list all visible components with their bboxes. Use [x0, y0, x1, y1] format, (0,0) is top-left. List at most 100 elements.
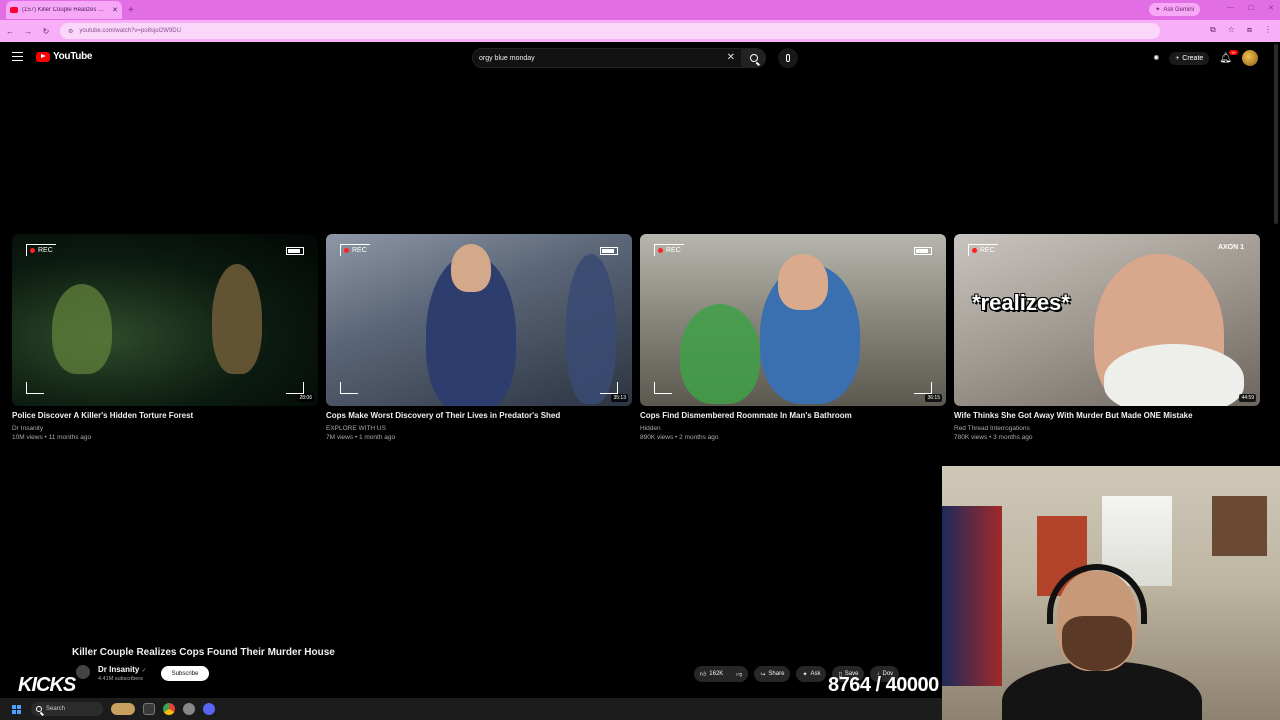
kicks-overlay: KICKS: [18, 674, 76, 696]
ask-gemini-label: Ask Gemini: [1163, 6, 1194, 13]
rec-dot-icon: [972, 248, 977, 253]
thumbs-down-icon[interactable]: 👎︎: [736, 670, 742, 678]
rec-label: REC: [666, 247, 681, 254]
video-stats: 7M views • 1 month ago: [326, 434, 396, 441]
channel-avatar[interactable]: [76, 665, 90, 679]
browser-tab[interactable]: (157) Killer Couple Realizes Cop ✕: [6, 1, 122, 19]
axon-badge: AXON 1: [1217, 244, 1244, 251]
video-duration: 44:59: [1239, 394, 1256, 402]
bookmark-star-icon[interactable]: ☆: [1228, 25, 1235, 35]
sparkle-icon: ✦: [1155, 7, 1161, 13]
back-button[interactable]: ←: [2, 27, 18, 36]
youtube-logo[interactable]: YouTube: [36, 51, 93, 62]
share-icon: ↪: [760, 671, 766, 678]
address-bar[interactable]: ⚙ youtube.com/watch?v=po8sjol2W9DU: [60, 23, 1160, 39]
current-video-info: Killer Couple Realizes Cops Found Their …: [0, 640, 942, 696]
thumbnail-figure: [212, 264, 262, 374]
video-title[interactable]: Cops Find Dismembered Roommate In Man's …: [640, 411, 946, 420]
thumbs-up-icon: 👍︎: [700, 672, 707, 678]
ask-gemini-button[interactable]: ✦ Ask Gemini: [1149, 3, 1200, 16]
create-button[interactable]: + Create: [1169, 51, 1210, 65]
voice-search-button[interactable]: [778, 48, 798, 68]
webcam-overlay: [942, 466, 1280, 720]
video-title[interactable]: Police Discover A Killer's Hidden Tortur…: [12, 411, 318, 420]
video-stats: 890K views • 2 months ago: [640, 434, 719, 441]
video-duration: 36:15: [925, 394, 942, 402]
video-stats: 780K views • 3 months ago: [954, 434, 1033, 441]
page-scrollbar[interactable]: [1274, 44, 1278, 224]
window-controls: — ☐ ✕: [1227, 4, 1274, 12]
food-widget-icon[interactable]: [111, 703, 135, 715]
search-input[interactable]: orgy blue monday: [479, 55, 535, 62]
video-channel[interactable]: Dr Insanity: [12, 425, 318, 432]
file-explorer-icon[interactable]: [143, 703, 155, 715]
plus-icon: +: [1175, 54, 1180, 62]
taskbar-search[interactable]: Search: [31, 702, 103, 716]
new-tab-button[interactable]: +: [128, 5, 134, 16]
channel-name[interactable]: Dr Insanity ✓: [98, 665, 147, 674]
windows-start-icon[interactable]: [12, 704, 21, 714]
video-title[interactable]: Cops Make Worst Discovery of Their Lives…: [326, 411, 632, 420]
frame-corner-icon: [600, 382, 618, 394]
taskbar-apps: [111, 703, 215, 715]
subscribe-button[interactable]: Subscribe: [161, 666, 209, 681]
search-button[interactable]: [742, 48, 766, 68]
site-info-icon[interactable]: ⚙: [68, 28, 73, 35]
video-thumbnail[interactable]: REC AXON 1 *realizes* 44:59: [954, 234, 1260, 406]
channel-name-text: Dr Insanity: [98, 665, 140, 674]
frame-corner-icon: [340, 382, 358, 394]
maximize-button[interactable]: ☐: [1248, 4, 1254, 12]
tab-close-icon[interactable]: ✕: [112, 6, 118, 14]
video-card[interactable]: REC 35:13 Cops Make Worst Discovery of T…: [326, 234, 632, 441]
discord-icon[interactable]: [203, 703, 215, 715]
battery-icon: [914, 247, 932, 255]
thumbnail-figure: [1104, 344, 1244, 406]
video-card[interactable]: REC AXON 1 *realizes* 44:59 Wife Thinks …: [954, 234, 1260, 441]
rec-indicator: REC: [340, 244, 370, 256]
video-channel[interactable]: Hidden: [640, 425, 946, 432]
extensions-icon[interactable]: ⧈: [1247, 25, 1252, 35]
close-window-button[interactable]: ✕: [1268, 4, 1274, 12]
video-meta: Cops Make Worst Discovery of Their Lives…: [326, 406, 632, 441]
rec-indicator: REC: [26, 244, 56, 256]
youtube-play-icon: [36, 51, 50, 62]
like-button[interactable]: 👍︎ 162K 👎︎: [694, 666, 749, 682]
video-meta: Cops Find Dismembered Roommate In Man's …: [640, 406, 946, 441]
toolbar-actions: ⧉ ☆ ⧈ ⋮: [1210, 25, 1272, 35]
youtube-header: YouTube orgy blue monday ✕ ✺ + Create 🔔︎…: [0, 44, 1280, 72]
install-icon[interactable]: ⧉: [1210, 25, 1216, 35]
rec-indicator: REC: [968, 244, 998, 256]
forward-button[interactable]: →: [20, 27, 36, 36]
app-icon[interactable]: [183, 703, 195, 715]
ask-button[interactable]: ✦ Ask: [796, 666, 827, 682]
reload-button[interactable]: ↻: [38, 27, 54, 36]
frame-corner-icon: [286, 382, 304, 394]
settings-gear-icon[interactable]: ✺: [1153, 54, 1159, 62]
webcam-flag: [942, 506, 1002, 686]
video-thumbnail[interactable]: REC 28:06: [12, 234, 318, 406]
minimize-button[interactable]: —: [1227, 4, 1234, 12]
chrome-icon[interactable]: [163, 703, 175, 715]
video-card[interactable]: REC 28:06 Police Discover A Killer's Hid…: [12, 234, 318, 441]
menu-hamburger-icon[interactable]: [12, 52, 23, 61]
notifications-button[interactable]: 🔔︎ 9+: [1219, 49, 1238, 64]
taskbar-search-label: Search: [46, 706, 66, 712]
video-channel[interactable]: Red Thread Interrogations: [954, 425, 1260, 432]
verified-check-icon: ✓: [141, 668, 147, 674]
account-avatar[interactable]: [1242, 50, 1258, 66]
rec-label: REC: [980, 247, 995, 254]
rec-label: REC: [38, 247, 53, 254]
like-count: 162K: [709, 671, 724, 677]
video-card[interactable]: REC 36:15 Cops Find Dismembered Roommate…: [640, 234, 946, 441]
video-channel[interactable]: EXPLORE WITH US: [326, 425, 632, 432]
windows-taskbar: Search: [0, 698, 942, 720]
video-thumbnail[interactable]: REC 35:13: [326, 234, 632, 406]
ask-label: Ask: [810, 671, 821, 677]
share-button[interactable]: ↪ Share: [754, 666, 791, 682]
video-thumbnail[interactable]: REC 36:15: [640, 234, 946, 406]
menu-dots-icon[interactable]: ⋮: [1264, 25, 1272, 35]
search-box[interactable]: orgy blue monday ✕: [472, 48, 742, 68]
browser-tab-bar: (157) Killer Couple Realizes Cop ✕ + ✦ A…: [0, 0, 1280, 20]
clear-search-icon[interactable]: ✕: [727, 52, 735, 63]
video-title[interactable]: Wife Thinks She Got Away With Murder But…: [954, 411, 1260, 420]
